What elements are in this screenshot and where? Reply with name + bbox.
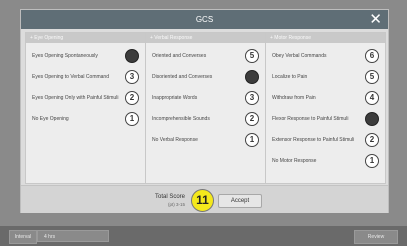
score-badge[interactable]: 6 [365, 49, 379, 63]
total-score-label: Total Score [154, 194, 185, 200]
option-label: Flexor Response to Painful Stimuli [272, 116, 349, 122]
accept-button[interactable]: Accept [218, 194, 262, 208]
option-label: Oriented and Converses [152, 53, 207, 59]
verbal-response-option[interactable]: Incomprehensible Sounds 2 [146, 109, 265, 129]
option-label: Eyes Opening to Verbal Command [32, 74, 109, 80]
gcs-dialog: GCS ✕ + Eye Opening Eyes Opening Spontan… [20, 9, 389, 213]
score-badge[interactable]: 1 [365, 154, 379, 168]
motor-response-option[interactable]: No Motor Response 1 [266, 151, 385, 171]
option-label: Eyes Opening Spontaneously [32, 53, 98, 59]
score-badge[interactable]: 5 [365, 70, 379, 84]
option-label: Inappropriate Words [152, 95, 198, 101]
score-badge[interactable]: 3 [125, 70, 139, 84]
score-badge-selected[interactable]: 3 [365, 112, 379, 126]
verbal-response-option[interactable]: No Verbal Response 1 [146, 130, 265, 150]
option-label: Obey Verbal Commands [272, 53, 327, 59]
motor-response-option[interactable]: Flexor Response to Painful Stimuli 3 [266, 109, 385, 129]
score-badge[interactable]: 2 [365, 133, 379, 147]
verbal-response-option[interactable]: Disoriented and Converses 4 [146, 67, 265, 87]
option-label: No Eye Opening [32, 116, 69, 122]
total-score-value: 11 [191, 189, 214, 212]
motor-response-option[interactable]: Obey Verbal Commands 6 [266, 46, 385, 66]
motor-response-column: + Motor Response Obey Verbal Commands 6 … [265, 32, 386, 184]
interval-value-field[interactable]: 4 hrs [37, 230, 109, 242]
score-badge[interactable]: 1 [245, 133, 259, 147]
verbal-response-heading: + Verbal Response [146, 33, 265, 43]
review-button[interactable]: Review [354, 230, 398, 244]
option-label: Withdraw from Pain [272, 95, 316, 101]
verbal-response-column: + Verbal Response Oriented and Converses… [145, 32, 266, 184]
score-badge-selected[interactable]: 4 [245, 70, 259, 84]
total-score-range: (pt) 3-15 [167, 202, 185, 207]
option-label: Localize to Pain [272, 74, 308, 80]
motor-response-option[interactable]: Localize to Pain 5 [266, 67, 385, 87]
score-badge[interactable]: 3 [245, 91, 259, 105]
eye-opening-option[interactable]: Eyes Opening Only with Painful Stimuli 2 [26, 88, 145, 108]
dialog-titlebar: GCS ✕ [21, 10, 388, 29]
dialog-title: GCS [195, 15, 214, 24]
option-label: Eyes Opening Only with Painful Stimuli [32, 95, 119, 101]
eye-opening-column: + Eye Opening Eyes Opening Spontaneously… [25, 32, 146, 184]
screen-background: GCS ✕ + Eye Opening Eyes Opening Spontan… [0, 0, 407, 246]
verbal-response-option[interactable]: Inappropriate Words 3 [146, 88, 265, 108]
eye-opening-option[interactable]: Eyes Opening to Verbal Command 3 [26, 67, 145, 87]
score-badge-selected[interactable]: 4 [125, 49, 139, 63]
dialog-footer: Total Score (pt) 3-15 11 Accept [21, 185, 388, 213]
option-label: Incomprehensible Sounds [152, 116, 210, 122]
score-badge[interactable]: 1 [125, 112, 139, 126]
close-icon[interactable]: ✕ [369, 11, 382, 28]
eye-opening-option[interactable]: Eyes Opening Spontaneously 4 [26, 46, 145, 66]
option-label: No Verbal Response [152, 137, 198, 143]
score-badge[interactable]: 4 [365, 91, 379, 105]
verbal-response-option[interactable]: Oriented and Converses 5 [146, 46, 265, 66]
score-badge[interactable]: 5 [245, 49, 259, 63]
score-badge[interactable]: 2 [245, 112, 259, 126]
eye-opening-option[interactable]: No Eye Opening 1 [26, 109, 145, 129]
score-badge[interactable]: 2 [125, 91, 139, 105]
option-label: No Motor Response [272, 158, 317, 164]
motor-response-option[interactable]: Withdraw from Pain 4 [266, 88, 385, 108]
bottom-bar: Interval 4 hrs Review [0, 226, 407, 246]
option-label: Extensor Response to Painful Stimuli [272, 137, 355, 143]
eye-opening-heading: + Eye Opening [26, 33, 145, 43]
option-label: Disoriented and Converses [152, 74, 213, 80]
motor-response-heading: + Motor Response [266, 33, 385, 43]
interval-button[interactable]: Interval [9, 230, 37, 244]
motor-response-option[interactable]: Extensor Response to Painful Stimuli 2 [266, 130, 385, 150]
